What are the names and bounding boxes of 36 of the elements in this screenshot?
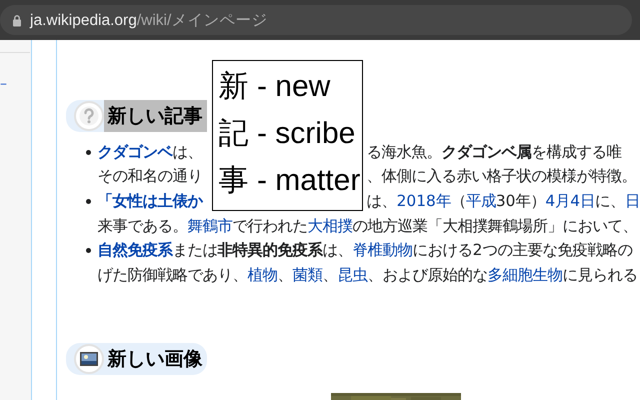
link[interactable]: 菌類 — [292, 266, 323, 284]
bullet — [86, 150, 91, 155]
text-line: 、体側に入る赤い格子状の模様が特徴。 — [366, 166, 637, 188]
text-line: は、2018年（平成30年）4月4日 に、日 — [366, 190, 640, 212]
text-line: げた防御戦略であり、植物、菌類、昆虫、および原始的な多細胞生物に見られる — [98, 266, 638, 284]
image-icon — [80, 352, 98, 366]
text-line: クダゴンベは、 — [98, 142, 204, 163]
link[interactable]: 2018年 — [396, 192, 451, 210]
lock-icon — [12, 14, 22, 26]
link[interactable]: 昆虫 — [338, 266, 368, 284]
text-line: 自然免疫系または非特異的免疫系は、脊椎動物における2つの主要な免疫戦略の — [98, 241, 632, 259]
section-heading: 新しい記事 — [104, 100, 207, 132]
sidebar-link[interactable]: – — [0, 77, 32, 91]
link[interactable]: 平成 — [466, 192, 496, 210]
link[interactable]: 日 — [625, 192, 640, 210]
section-heading: 新しい画像 — [106, 347, 204, 372]
question-icon — [78, 106, 99, 126]
link[interactable]: 舞鶴市 — [188, 216, 233, 234]
bullet — [86, 199, 91, 204]
link[interactable]: 4月4日 — [545, 192, 595, 210]
text-line: る海水魚。クダゴンベ属を構成する唯 — [366, 142, 623, 163]
popup-line: 新 - new — [218, 69, 332, 105]
url-text: ja.wikipedia.org/wiki/メインページ — [30, 10, 268, 30]
text-line: その和名の通り — [98, 166, 204, 188]
link[interactable]: クダゴンベ — [98, 142, 173, 161]
popup-line: 記 - scribe — [218, 116, 356, 152]
link[interactable]: 大相撲 — [308, 216, 353, 234]
bullet — [86, 248, 91, 253]
link[interactable]: 「女性は土俵か — [98, 192, 203, 210]
popup-line: 事 - matter — [218, 163, 362, 199]
link[interactable]: 多細胞生物 — [488, 266, 563, 284]
link[interactable]: 自然免疫系 — [98, 241, 173, 259]
link[interactable]: 脊椎動物 — [352, 241, 413, 259]
text-line: 来事である。舞鶴市で行われた大相撲の地方巡業「大相撲舞鶴場所」において、 — [98, 216, 638, 234]
address-field[interactable]: ja.wikipedia.org/wiki/メインページ — [0, 5, 632, 35]
link[interactable]: 植物 — [248, 266, 278, 284]
